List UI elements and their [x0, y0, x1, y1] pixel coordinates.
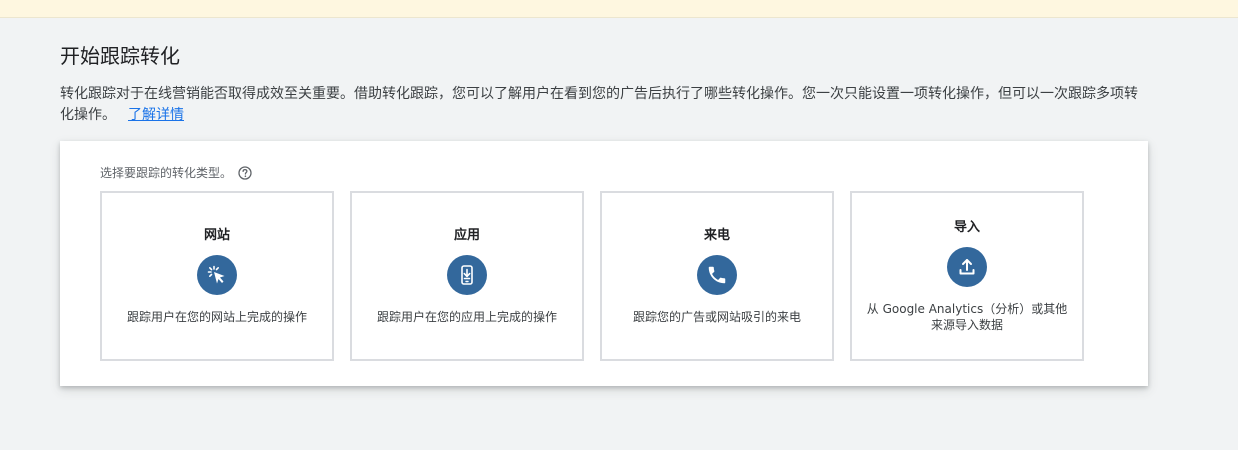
help-icon[interactable]: [238, 166, 252, 180]
conversion-type-label: 选择要跟踪的转化类型。: [100, 166, 233, 180]
description-text: 转化跟踪对于在线营销能否取得成效至关重要。借助转化跟踪，您可以了解用户在看到您的…: [60, 86, 1138, 123]
option-phone-call[interactable]: 来电 跟踪您的广告或网站吸引的来电: [600, 191, 834, 361]
phone-icon: [697, 255, 737, 295]
option-description: 跟踪您的广告或网站吸引的来电: [632, 310, 801, 324]
learn-more-link[interactable]: 了解详情: [128, 107, 184, 123]
mobile-download-icon: [447, 255, 487, 295]
option-description: 跟踪用户在您的网站上完成的操作: [126, 310, 307, 324]
conversion-type-label-row: 选择要跟踪的转化类型。: [100, 165, 252, 181]
page-description: 转化跟踪对于在线营销能否取得成效至关重要。借助转化跟踪，您可以了解用户在看到您的…: [60, 84, 1150, 126]
conversion-type-card: 选择要跟踪的转化类型。 网站 跟踪用户在您的网站上完成的操作 应用 跟踪用户在您…: [60, 141, 1148, 386]
option-description: 跟踪用户在您的应用上完成的操作: [376, 310, 557, 324]
cursor-click-icon: [197, 255, 237, 295]
option-title: 网站: [203, 228, 230, 243]
option-app[interactable]: 应用 跟踪用户在您的应用上完成的操作: [350, 191, 584, 361]
option-title: 导入: [953, 220, 980, 235]
page-title: 开始跟踪转化: [60, 44, 180, 68]
upload-icon: [947, 247, 987, 287]
top-banner: [0, 0, 1238, 18]
option-website[interactable]: 网站 跟踪用户在您的网站上完成的操作: [100, 191, 334, 361]
option-title: 来电: [703, 228, 730, 243]
conversion-options: 网站 跟踪用户在您的网站上完成的操作 应用 跟踪用户在您的应用上完成的操作 来电…: [100, 191, 1084, 361]
option-description: 从 Google Analytics（分析）或其他来源导入数据: [866, 302, 1068, 332]
option-title: 应用: [453, 228, 480, 243]
option-import[interactable]: 导入 从 Google Analytics（分析）或其他来源导入数据: [850, 191, 1084, 361]
